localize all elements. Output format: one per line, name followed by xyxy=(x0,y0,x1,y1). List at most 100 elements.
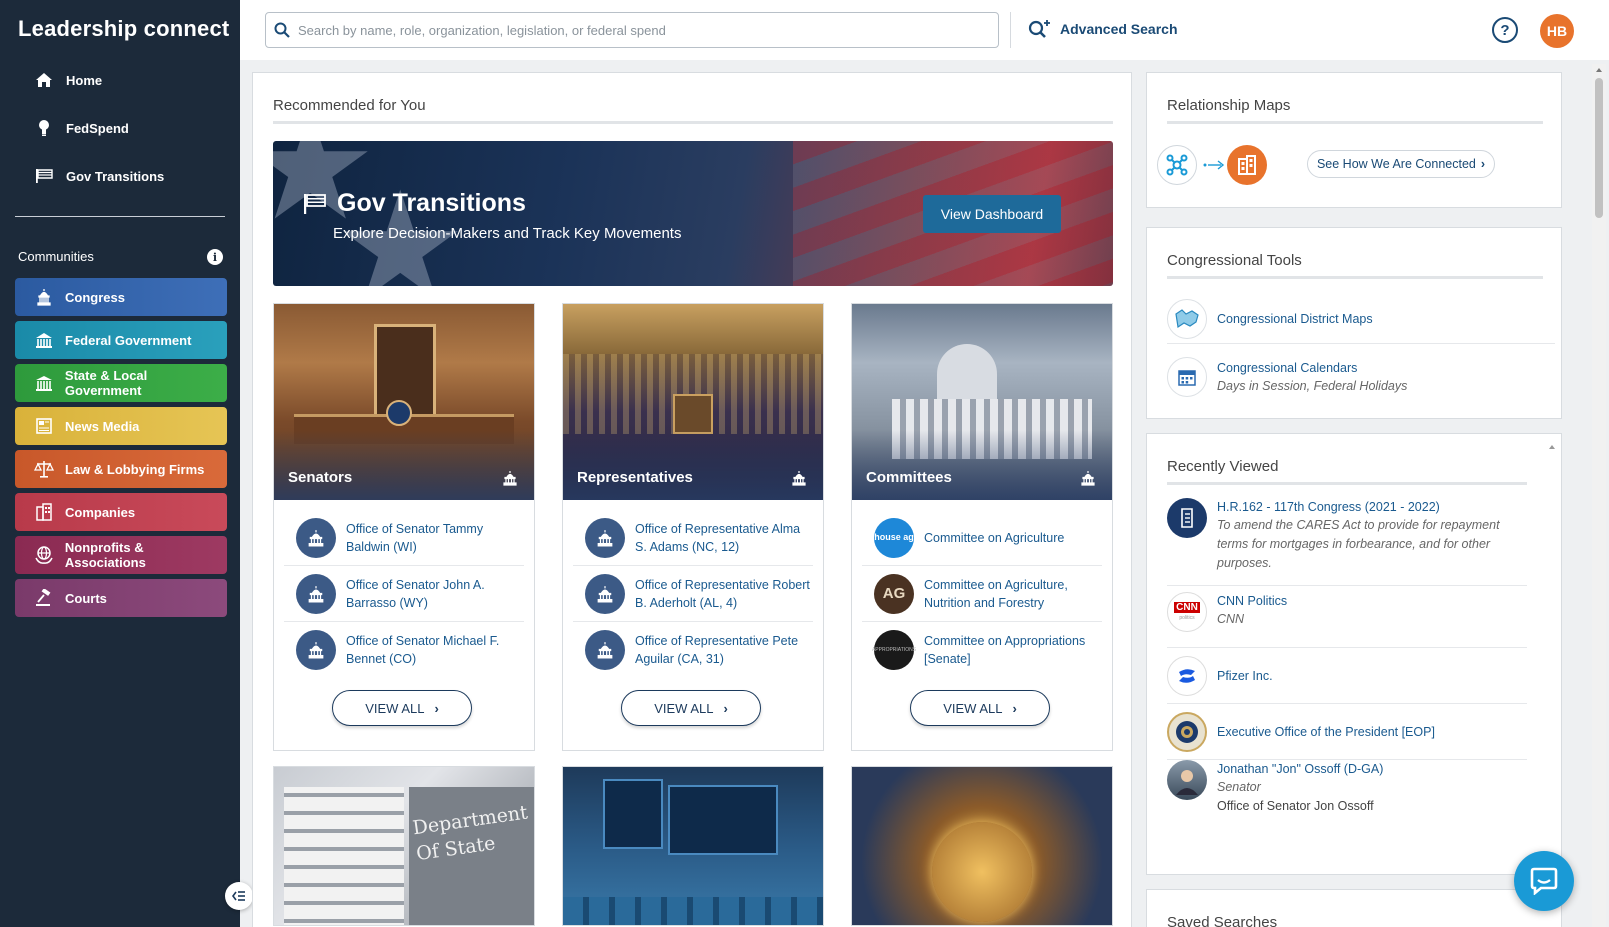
community-label: Federal Government xyxy=(65,332,192,348)
image-shade xyxy=(274,430,534,500)
view-all-representatives-button[interactable]: VIEW ALL › xyxy=(621,690,761,726)
chat-icon xyxy=(1530,867,1558,895)
image-shade xyxy=(563,430,823,500)
banner-title-text: Gov Transitions xyxy=(337,189,526,217)
title-rule xyxy=(1167,121,1543,124)
advanced-search-icon xyxy=(1028,20,1050,38)
representatives-image[interactable]: Representatives xyxy=(563,304,823,500)
community-state-local[interactable]: State & Local Government xyxy=(15,364,227,402)
list-item[interactable]: APPROPRIATIONS Committee on Appropriatio… xyxy=(862,622,1102,678)
recent-item[interactable]: H.R.162 - 117th Congress (2021 - 2022) T… xyxy=(1167,498,1527,586)
list-item[interactable]: Office of Representative Robert B. Aderh… xyxy=(573,566,813,622)
recent-item-title: H.R.162 - 117th Congress (2021 - 2022) xyxy=(1217,500,1440,514)
saved-searches-panel: Saved Searches xyxy=(1146,889,1562,927)
view-all-committees-button[interactable]: VIEW ALL › xyxy=(910,690,1050,726)
community-federal-government[interactable]: Federal Government xyxy=(15,321,227,359)
nav-gov-transitions[interactable]: Gov Transitions xyxy=(0,158,240,194)
see-how-connected-button[interactable]: See How We Are Connected › xyxy=(1307,150,1495,178)
building-icon xyxy=(31,374,57,392)
banner-subtitle: Explore Decision-Makers and Track Key Mo… xyxy=(333,225,682,242)
organization-icon xyxy=(1227,145,1267,185)
view-all-label: VIEW ALL xyxy=(654,700,714,716)
presidential-seal-icon xyxy=(1167,711,1207,752)
list-item-label: Office of Senator Tammy Baldwin (WI) xyxy=(346,521,484,554)
info-icon[interactable]: i xyxy=(207,249,223,265)
page-scrollbar[interactable] xyxy=(1592,64,1606,927)
collapse-sidebar-button[interactable] xyxy=(225,882,253,910)
district-maps-link[interactable]: Congressional District Maps xyxy=(1167,294,1555,344)
nav-fedspend[interactable]: FedSpend xyxy=(0,110,240,146)
scroll-up-arrow-icon xyxy=(1596,68,1602,72)
view-all-senators-button[interactable]: VIEW ALL › xyxy=(332,690,472,726)
district-maps-label: Congressional District Maps xyxy=(1217,311,1373,326)
list-item-label: Committee on Agriculture, Nutrition and … xyxy=(924,577,1068,610)
chat-support-button[interactable] xyxy=(1514,851,1574,911)
representatives-card: Representatives Office of Representative… xyxy=(562,303,824,751)
recent-item[interactable]: CNN politics CNN Politics CNN xyxy=(1167,592,1527,648)
cnn-logo-text: CNN xyxy=(1174,601,1200,613)
senate-ag-logo-icon: AG xyxy=(874,573,914,614)
community-label: Law & Lobbying Firms xyxy=(65,461,205,477)
dome-decoration xyxy=(937,344,997,404)
collapse-icon xyxy=(232,891,245,901)
recent-item-title: CNN Politics xyxy=(1217,594,1288,608)
capitol-icon xyxy=(792,471,806,486)
scroll-thumb[interactable] xyxy=(1595,78,1603,218)
community-label: Courts xyxy=(65,590,107,606)
list-item[interactable]: Office of Representative Pete Aguilar (C… xyxy=(573,622,813,678)
nav-home[interactable]: Home xyxy=(0,62,240,98)
community-courts[interactable]: Courts xyxy=(15,579,227,617)
capitol-icon xyxy=(585,573,625,614)
recent-item[interactable]: Jonathan "Jon" Ossoff (D-GA) Senator Off… xyxy=(1167,760,1527,826)
chevron-right-icon: › xyxy=(723,700,728,716)
gavel-icon xyxy=(31,589,57,607)
list-item[interactable]: Office of Senator Tammy Baldwin (WI) xyxy=(284,510,524,566)
topbar-separator xyxy=(1010,12,1011,48)
list-item[interactable]: Office of Senator John A. Barrasso (WY) xyxy=(284,566,524,622)
calendars-sub: Days in Session, Federal Holidays xyxy=(1217,378,1408,393)
community-nonprofits[interactable]: Nonprofits & Associations xyxy=(15,536,227,574)
saved-searches-title: Saved Searches xyxy=(1167,914,1278,927)
recommended-title: Recommended for You xyxy=(273,97,426,114)
view-all-label: VIEW ALL xyxy=(943,700,1003,716)
recent-item-title: Executive Office of the President [EOP] xyxy=(1217,724,1435,739)
senators-image[interactable]: Senators xyxy=(274,304,534,500)
search-input[interactable] xyxy=(298,22,998,38)
see-how-connected-label: See How We Are Connected xyxy=(1316,157,1476,171)
nav-gov-transitions-label: Gov Transitions xyxy=(66,168,165,184)
community-congress[interactable]: Congress xyxy=(15,278,227,316)
advanced-search-button[interactable]: Advanced Search xyxy=(1028,18,1178,40)
app-logo[interactable]: Leadership connect xyxy=(18,16,229,42)
list-item[interactable]: Office of Senator Michael F. Bennet (CO) xyxy=(284,622,524,678)
department-of-state-image[interactable]: Department Of State xyxy=(273,766,535,926)
community-law-lobbying[interactable]: Law & Lobbying Firms xyxy=(15,450,227,488)
view-all-label: VIEW ALL xyxy=(365,700,425,716)
capitol-icon xyxy=(296,573,336,614)
list-item[interactable]: Office of Representative Alma S. Adams (… xyxy=(573,510,813,566)
world-map-screens-image[interactable] xyxy=(562,766,824,926)
user-avatar[interactable]: HB xyxy=(1540,14,1574,48)
community-companies[interactable]: Companies xyxy=(15,493,227,531)
chevron-right-icon: › xyxy=(1480,157,1486,171)
help-icon[interactable]: ? xyxy=(1492,17,1518,43)
view-dashboard-button[interactable]: View Dashboard xyxy=(923,195,1061,233)
recent-item[interactable]: Pfizer Inc. xyxy=(1167,648,1527,704)
virus-image[interactable] xyxy=(851,766,1113,926)
appropriations-logo-icon: APPROPRIATIONS xyxy=(872,630,916,670)
calendars-label: Congressional Calendars xyxy=(1217,360,1358,375)
image-shade xyxy=(852,430,1112,500)
congressional-calendars-link[interactable]: Congressional Calendars Days in Session,… xyxy=(1167,348,1555,406)
list-item[interactable]: AG Committee on Agriculture, Nutrition a… xyxy=(862,566,1102,622)
list-item-label: Office of Representative Alma S. Adams (… xyxy=(635,521,801,554)
committees-image[interactable]: Committees xyxy=(852,304,1112,500)
gov-transitions-banner: ★ ★ Gov Transitions Explore Decision-Mak… xyxy=(273,141,1113,286)
search-box[interactable] xyxy=(265,12,999,48)
community-news-media[interactable]: News Media xyxy=(15,407,227,445)
cnn-logo-icon: CNN politics xyxy=(1167,592,1207,632)
recent-scrollbar[interactable] xyxy=(1547,438,1557,878)
seal-decoration xyxy=(386,400,412,426)
list-item[interactable]: house ag Committee on Agriculture xyxy=(862,510,1102,566)
recent-item[interactable]: Executive Office of the President [EOP] xyxy=(1167,704,1527,760)
flag-icon xyxy=(34,168,54,184)
house-ag-logo-icon: house ag xyxy=(874,517,914,558)
